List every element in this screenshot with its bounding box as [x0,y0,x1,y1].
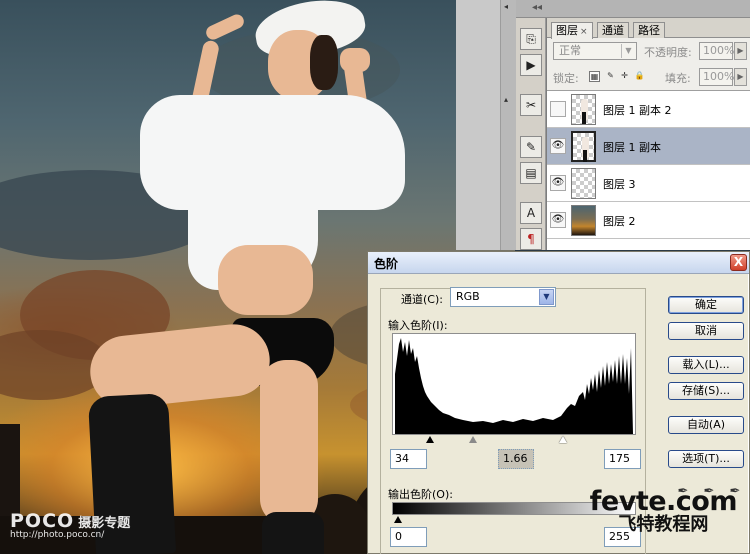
input-white-field[interactable]: 175 [604,449,641,469]
input-slider[interactable] [394,435,636,445]
layer-thumbnail [571,131,596,162]
poco-tag: 摄影专题 [78,516,131,531]
figure-thumb [582,112,586,124]
layer-name: 图层 1 副本 2 [603,104,672,117]
chevron-down-icon[interactable]: ▼ [539,289,554,305]
figure-thumb [583,150,587,162]
levels-dialog: 色阶 X 通道(C): RGB ▼ 输入色阶(I): 34 1.66 175 输… [367,251,750,554]
black-point-handle[interactable] [426,436,434,443]
eye-icon[interactable]: 👁 [550,212,566,228]
histogram [392,333,636,435]
fevte-logo: fevte.com [589,486,738,517]
opacity-field[interactable]: 100% [699,42,734,60]
poco-watermark: POCO 摄影专题 http://photo.poco.cn/ [10,510,130,540]
save-button[interactable]: 存储(S)... [668,382,744,400]
panel-icon-column: ⎘ ▶ ✂ ✎ ▤ A ¶ [516,18,546,250]
layers-panel: 图层 × 通道 路径 正常 ▼ 不透明度: 100% ▶ 锁定: ▦ ✎ ✛ 🔒 … [546,18,750,250]
white-point-handle[interactable] [559,436,567,443]
channel-label: 通道(C): [401,293,443,306]
tab-label: 图层 [556,24,578,37]
channel-select[interactable]: RGB ▼ [450,287,556,307]
channel-value: RGB [456,290,480,303]
opacity-label: 不透明度: [644,46,692,59]
dialog-title: 色阶 [374,257,399,271]
fevte-watermark: fevte.com 飞特教程网 [589,486,738,535]
tab-layers[interactable]: 图层 × [551,22,593,39]
input-gamma-field[interactable]: 1.66 [498,449,534,469]
history-icon[interactable]: ⎘ [520,28,542,50]
input-black-field[interactable]: 34 [390,449,427,469]
actions-icon[interactable]: ▶ [520,54,542,76]
layer-row[interactable]: 👁 图层 1 副本 [547,128,750,165]
fill-field[interactable]: 100% [699,68,734,86]
close-button[interactable]: X [730,254,747,271]
output-black-field[interactable]: 0 [390,527,427,547]
boot [262,512,324,554]
histogram-area [395,338,633,434]
hair [310,35,338,90]
visibility-toggle[interactable] [550,101,566,117]
layer-thumbnail [571,94,596,125]
cancel-button[interactable]: 取消 [668,322,744,340]
layer-name: 图层 2 [603,215,636,228]
tool-presets-icon[interactable]: ✂ [520,94,542,116]
output-levels-label: 输出色阶(O): [388,488,453,501]
fevte-cn: 飞特教程网 [618,514,709,535]
layer-row[interactable]: 👁 图层 3 [547,165,750,202]
blend-mode-value: 正常 [559,44,581,57]
paragraph-icon[interactable]: ¶ [520,228,542,250]
dialog-titlebar[interactable]: 色阶 X [368,252,749,274]
tab-label: 通道 [602,24,624,37]
blend-row: 正常 ▼ 不透明度: 100% ▶ [553,42,747,62]
hand [340,48,370,72]
eye-icon[interactable]: 👁 [550,138,566,154]
input-levels-label: 输入色阶(I): [388,319,448,332]
tab-label: 路径 [638,24,660,37]
clone-source-icon[interactable]: ▤ [520,162,542,184]
poco-url: http://photo.poco.cn/ [10,530,105,540]
layer-row[interactable]: 👁 图层 2 [547,202,750,239]
leg [260,360,318,525]
layer-thumbnail [571,168,596,199]
eye-icon[interactable]: 👁 [550,175,566,191]
lock-all-icon[interactable]: 🔒 [634,71,645,82]
scroll-up-icon[interactable]: ▴ [504,95,508,104]
layer-thumbnail [571,205,596,236]
layer-name: 图层 3 [603,178,636,191]
output-black-handle[interactable] [394,516,402,523]
ok-button[interactable]: 确定 [668,296,744,314]
lock-pixels-icon[interactable]: ✎ [605,71,616,82]
blend-mode-select[interactable]: 正常 ▼ [553,42,637,60]
load-button[interactable]: 载入(L)... [668,356,744,374]
collapse-icon[interactable]: ◂◂ [532,2,542,13]
chevron-down-icon: ▼ [621,44,635,58]
lock-row: 锁定: ▦ ✎ ✛ 🔒 填充: 100% ▶ [553,68,747,88]
layer-row[interactable]: 图层 1 副本 2 [547,91,750,128]
tab-paths[interactable]: 路径 [633,22,665,38]
torso [218,245,313,315]
lock-transparency-icon[interactable]: ▦ [589,71,600,82]
panel-header-strip: ◂◂ [516,0,750,18]
layer-list: 图层 1 副本 2 👁 图层 1 副本 👁 图层 3 👁 图层 2 [547,90,750,250]
histogram-graph [395,338,633,434]
layer-name: 图层 1 副本 [603,141,661,154]
fill-slider-button[interactable]: ▶ [734,68,747,86]
lock-label: 锁定: [553,72,579,85]
collapse-arrow-icon[interactable]: ◂ [504,2,508,11]
close-icon[interactable]: × [580,27,588,37]
scroll-strip[interactable]: ◂ ▴ [500,0,516,250]
options-button[interactable]: 选项(T)... [668,450,744,468]
gamma-handle[interactable] [469,436,477,443]
tab-channels[interactable]: 通道 [597,22,629,38]
panel-tabs: 图层 × 通道 路径 [547,18,750,39]
fill-label: 填充: [665,72,691,85]
auto-button[interactable]: 自动(A) [668,416,744,434]
opacity-slider-button[interactable]: ▶ [734,42,747,60]
poco-logo: POCO [10,510,75,532]
brushes-icon[interactable]: ✎ [520,136,542,158]
lock-position-icon[interactable]: ✛ [619,71,630,82]
character-icon[interactable]: A [520,202,542,224]
